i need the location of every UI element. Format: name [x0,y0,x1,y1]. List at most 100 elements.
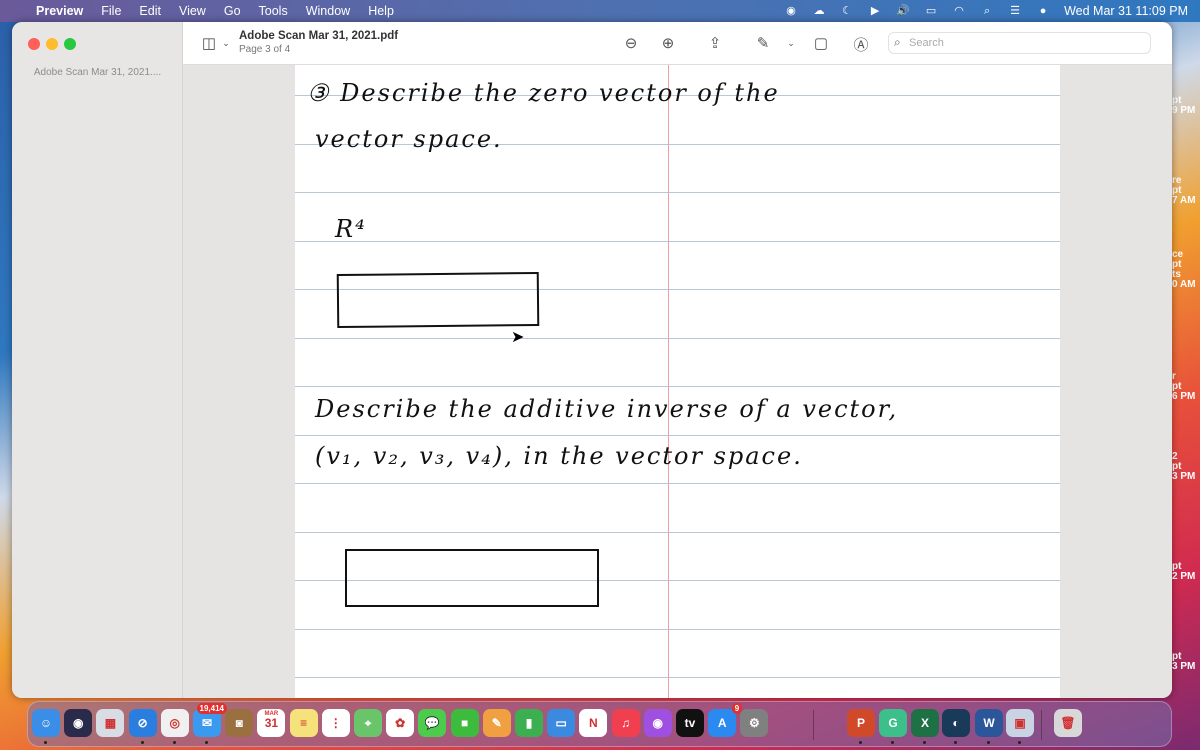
dock-music-icon[interactable]: ♫ [611,709,640,737]
menu-edit[interactable]: Edit [139,4,161,18]
answer-box-1 [336,271,540,329]
dock-preview-icon[interactable]: ▣ [1006,709,1034,737]
dock-siri-icon[interactable]: ◉ [64,709,93,737]
running-indicator [44,741,47,744]
close-button[interactable] [28,38,40,50]
desktop-file-label[interactable]: 3 PM [1172,662,1198,672]
safari-glyph: ⊘ [137,716,148,730]
dock-separator [1041,710,1042,740]
dock-word-icon[interactable]: W [975,709,1003,737]
dock-finder-icon[interactable]: ☺ [32,709,60,737]
search-input[interactable]: ⌕ Search [888,32,1151,54]
notification-badge: 19,414 [196,703,227,714]
running-indicator [1018,741,1021,744]
pdf-page[interactable]: ③ Describe the zero vector of the vector… [295,65,1060,698]
dock-calendar-icon[interactable]: 31 MAR [257,709,286,737]
dock-facetime-icon[interactable]: ■ [450,709,479,737]
desktop-file-label[interactable]: 9 PM [1172,106,1198,116]
menu-app-name[interactable]: Preview [36,4,83,18]
minimize-button[interactable] [46,38,58,50]
menu-go[interactable]: Go [224,4,241,18]
dock: ☺ ◉ ▦ ⊘ ◎ ✉ 19,414 ◙ 31 MAR ≡ ⋮ ⌖ ✿ 💬 ■ ✎ ▮ ▭ N ♫ ◉ tv A 9 ⚙ P G X ◐ W… [27,701,1172,747]
dock-pages-icon[interactable]: ✎ [482,709,511,737]
dock-chrome-icon[interactable]: ◎ [160,709,189,737]
question-3-line-1: ③ Describe the zero vector of the [307,79,780,107]
launchpad-glyph: ▦ [104,716,117,730]
menu-window[interactable]: Window [306,4,350,18]
dock-maps-icon[interactable]: ⌖ [354,709,382,737]
dock-podcasts-icon[interactable]: ◉ [643,709,672,737]
dock-powerpoint-icon[interactable]: P [847,709,875,737]
control-center-icon[interactable]: ☰ [1008,5,1022,17]
dock-excel-icon[interactable]: X [911,709,939,737]
preview-glyph: ▣ [1014,716,1026,730]
desktop-file-label[interactable]: 7 AM [1172,196,1198,206]
share-icon[interactable]: ⇪ [705,34,725,52]
chevron-down-icon[interactable]: ⌄ [216,38,236,49]
dock-news-icon[interactable]: N [579,709,608,737]
question-3-line-2: vector space. [315,125,503,153]
cloud-icon[interactable]: ☁ [812,5,826,17]
dock-safari-icon[interactable]: ⊘ [128,709,157,737]
dock-mail-icon[interactable]: ✉ 19,414 [193,703,227,737]
numbers-glyph: ▮ [525,716,533,730]
zoom-out-icon[interactable]: ⊖ [621,34,641,52]
ruled-line [295,532,1060,533]
dock-launchpad-icon[interactable]: ▦ [96,709,125,737]
dock-notes-icon[interactable]: ≡ [289,709,318,737]
grammarly-glyph: G [888,716,898,730]
zoom-in-icon[interactable]: ⊕ [658,34,678,52]
menu-help[interactable]: Help [368,4,394,18]
markup-pen-icon[interactable]: ✎ [753,34,773,52]
menu-tools[interactable]: Tools [259,4,288,18]
ruled-line [295,483,1060,484]
question-4-line-1: Describe the additive inverse of a vecto… [315,395,899,423]
ruled-line [295,192,1060,193]
desktop-file-label[interactable]: 3 PM [1172,472,1198,482]
dock-apple-tv-icon[interactable]: tv [676,709,704,737]
desktop-file-label[interactable]: 0 AM [1172,280,1198,290]
dock-system-preferences-icon[interactable]: ⚙ [740,709,769,737]
menu-file[interactable]: File [101,4,121,18]
zoom-button[interactable] [64,38,76,50]
dock-numbers-icon[interactable]: ▮ [515,709,543,737]
sidebar-thumbnail-label[interactable]: Adobe Scan Mar 31, 2021.... [12,67,183,78]
wifi-icon[interactable]: ◠ [952,5,966,17]
word-glyph: W [983,716,995,730]
powerpoint-glyph: P [856,716,865,730]
dock-webex-icon[interactable]: ◐ [942,709,970,737]
play-icon[interactable]: ▶ [868,5,882,17]
question-4-line-2: (v₁, v₂, v₃, v₄), in the vector space. [315,442,803,470]
dock-photos-icon[interactable]: ✿ [386,709,415,737]
dock-app-store-icon[interactable]: A9 [708,703,743,737]
apple-tv-glyph: tv [684,716,696,730]
desktop-file-label[interactable]: 6 PM [1172,392,1198,402]
dock-reminders-icon[interactable]: ⋮ [321,709,350,737]
spotlight-icon[interactable]: ⌕ [980,5,994,17]
system-preferences-glyph: ⚙ [749,716,760,730]
annotate-icon[interactable]: Ⓐ [851,34,871,55]
excel-glyph: X [920,716,929,730]
dock-contacts-icon[interactable]: ◙ [225,709,254,737]
ruled-line [295,386,1060,387]
battery-icon[interactable]: ▭ [924,5,938,17]
running-indicator [987,741,990,744]
facetime-glyph: ■ [460,716,469,730]
dock-grammarly-icon[interactable]: G [879,709,907,737]
markup-chevron-icon[interactable]: ⌄ [781,38,801,49]
dock-messages-icon[interactable]: 💬 [418,709,447,737]
running-indicator [954,741,957,744]
rotate-icon[interactable]: ▢ [811,34,831,52]
page-indicator: Page 3 of 4 [239,44,291,55]
volume-icon[interactable]: 🔊 [896,5,910,17]
cortana-icon[interactable]: ◉ [784,5,798,17]
siri-glyph: ◉ [72,716,84,730]
document-area: ③ Describe the zero vector of the vector… [183,65,1172,698]
preview-window: Adobe Scan Mar 31, 2021.... ◫ ⌄ Adobe Sc… [12,22,1172,698]
dock-keynote-icon[interactable]: ▭ [547,709,576,737]
do-not-disturb-icon[interactable]: ☾ [840,5,854,17]
menu-view[interactable]: View [179,4,206,18]
desktop-file-label[interactable]: 2 PM [1172,572,1198,582]
siri-icon[interactable]: ● [1036,5,1050,17]
dock-trash-icon[interactable]: 🗑 [1054,709,1082,737]
